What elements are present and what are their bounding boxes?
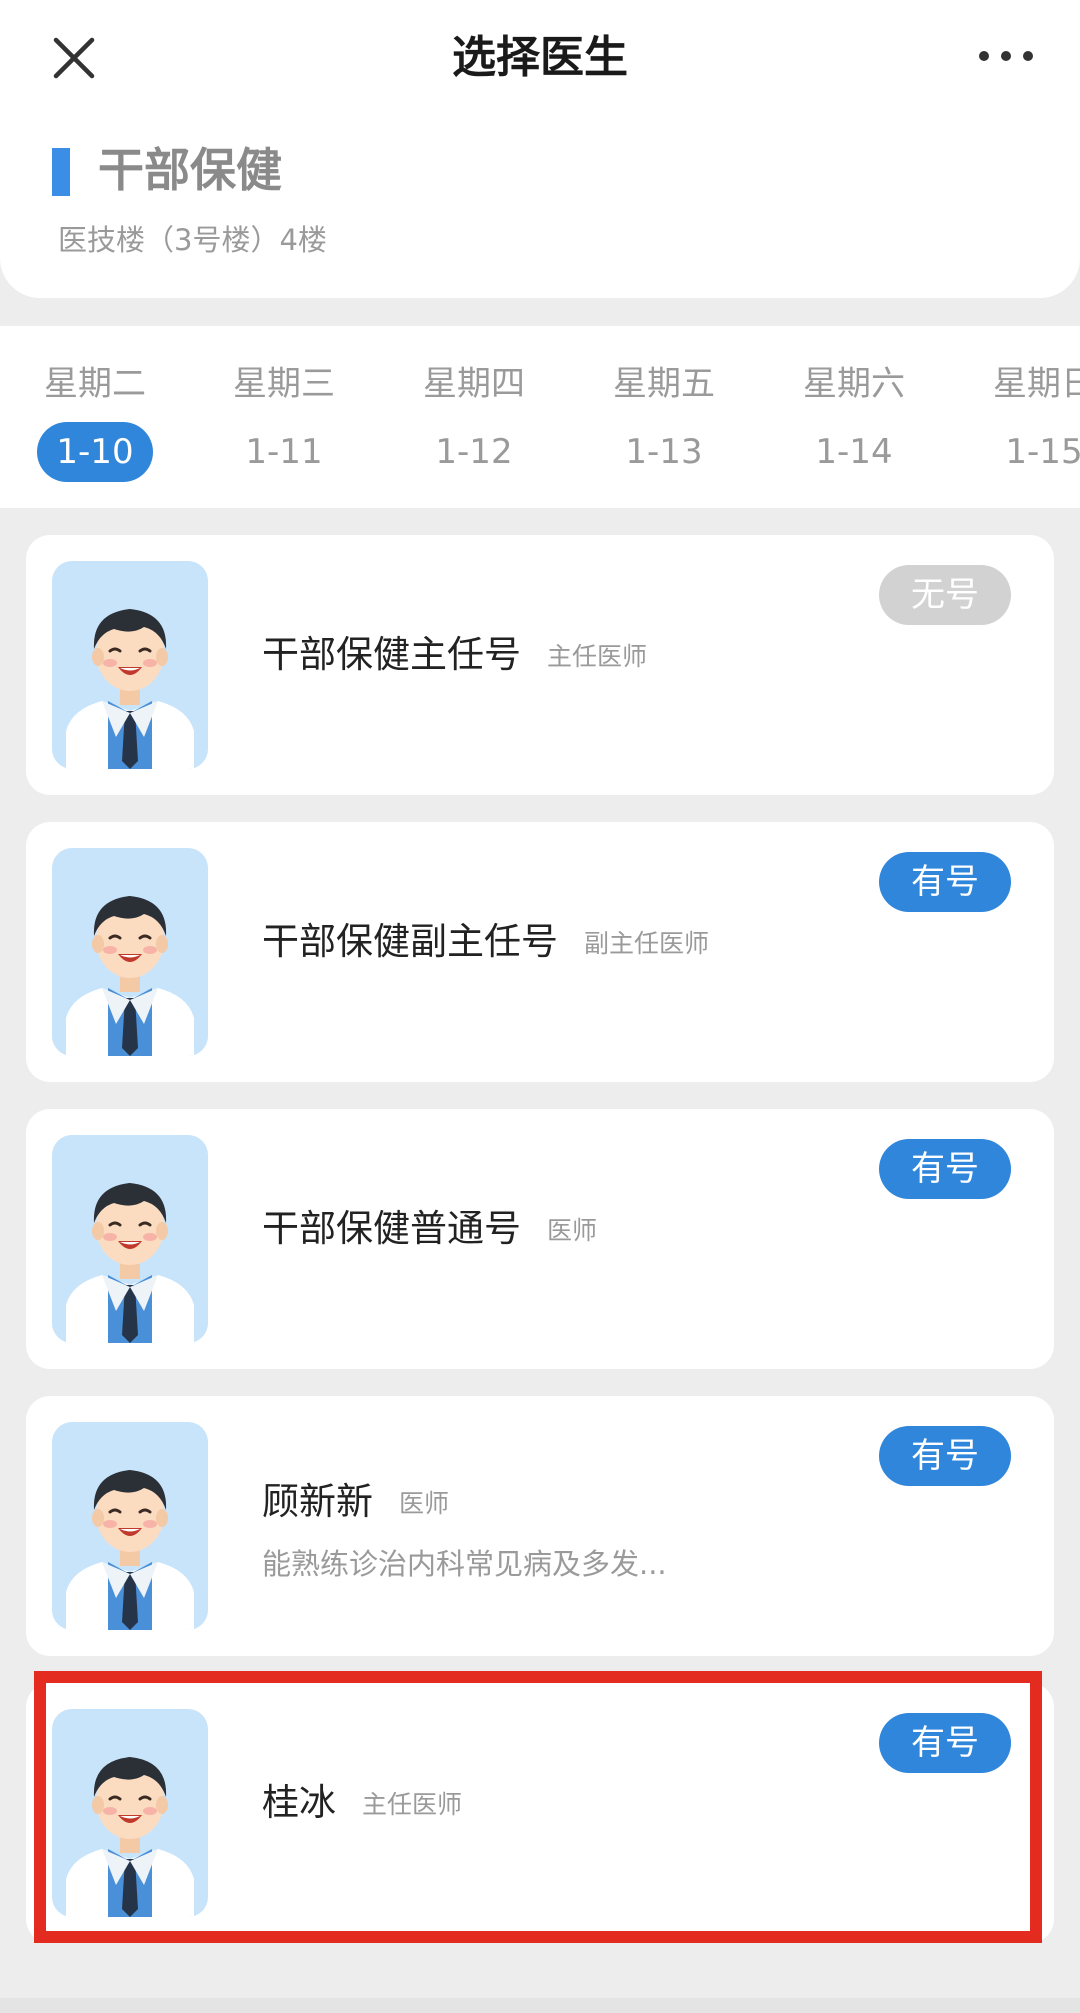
doctor-name: 顾新新 [262,1480,373,1523]
date-tab[interactable]: 星期日 1-15 [979,326,1080,508]
date-value: 1-13 [625,432,703,472]
availability-badge: 有号 [879,1713,1011,1773]
doctor-name-row: 干部保健主任号 主任医师 [262,627,647,685]
doctor-name: 干部保健副主任号 [262,920,558,963]
header-card: 选择医生 干部保健 医技楼（3号楼）4楼 [0,0,1080,298]
doctor-icon [66,896,194,1056]
doctor-icon [66,609,194,769]
doctor-icon [66,1757,194,1917]
doctor-icon [66,1470,194,1630]
doctor-card[interactable]: 桂冰 主任医师 有号 [26,1683,1054,1943]
date-value: 1-15 [1005,432,1080,472]
date-selector: 星期二 1-10 星期三 1-11 星期四 1-12 星期五 1-13 星期六 … [0,326,1080,508]
availability-badge: 有号 [879,852,1011,912]
doctor-title: 医师 [399,1489,450,1518]
doctor-avatar [52,1135,208,1343]
date-tab[interactable]: 星期六 1-14 [789,326,919,508]
doctor-name: 干部保健主任号 [262,633,521,676]
department-name: 干部保健 [98,143,282,197]
date-value: 1-11 [245,432,323,472]
department-accent-bar [52,148,70,196]
date-tab[interactable]: 星期二 1-10 [30,326,160,508]
doctor-avatar [52,1709,208,1917]
doctor-name-row: 顾新新 医师 [262,1474,449,1532]
availability-badge: 有号 [879,1426,1011,1486]
department-location: 医技楼（3号楼）4楼 [58,223,327,257]
doctor-card[interactable]: 干部保健副主任号 副主任医师 有号 [26,822,1054,1082]
doctor-title: 医师 [547,1216,598,1245]
doctor-name-row: 干部保健副主任号 副主任医师 [262,914,709,972]
doctor-description: 能熟练诊治内科常见病及多发... [262,1547,667,1581]
doctor-name-row: 桂冰 主任医师 [262,1775,462,1833]
date-weekday: 星期二 [44,364,146,404]
page-title: 选择医生 [452,32,628,83]
doctor-avatar [52,561,208,769]
availability-badge: 有号 [879,1139,1011,1199]
date-weekday: 星期六 [803,364,905,404]
doctor-name: 桂冰 [262,1781,336,1824]
doctor-icon [66,1183,194,1343]
date-weekday: 星期五 [613,364,715,404]
date-weekday: 星期三 [233,364,335,404]
date-value: 1-10 [37,422,153,482]
date-value: 1-14 [815,432,893,472]
date-weekday: 星期四 [423,364,525,404]
doctor-title: 主任医师 [362,1790,463,1819]
doctor-title: 副主任医师 [584,929,710,958]
date-weekday: 星期日 [993,364,1080,404]
doctor-card[interactable]: 干部保健主任号 主任医师 无号 [26,535,1054,795]
doctor-name-row: 干部保健普通号 医师 [262,1201,597,1259]
doctor-card[interactable]: 干部保健普通号 医师 有号 [26,1109,1054,1369]
doctor-card[interactable]: 顾新新 医师 能熟练诊治内科常见病及多发... 有号 [26,1396,1054,1656]
doctor-avatar [52,1422,208,1630]
date-value: 1-12 [435,432,513,472]
availability-badge: 无号 [879,565,1011,625]
bottom-divider [0,1998,1080,2013]
date-tab[interactable]: 星期四 1-12 [409,326,539,508]
date-tab[interactable]: 星期五 1-13 [599,326,729,508]
more-icon[interactable] [976,44,1036,68]
doctor-name: 干部保健普通号 [262,1207,521,1250]
doctor-title: 主任医师 [547,642,648,671]
date-tab[interactable]: 星期三 1-11 [219,326,349,508]
doctor-avatar [52,848,208,1056]
